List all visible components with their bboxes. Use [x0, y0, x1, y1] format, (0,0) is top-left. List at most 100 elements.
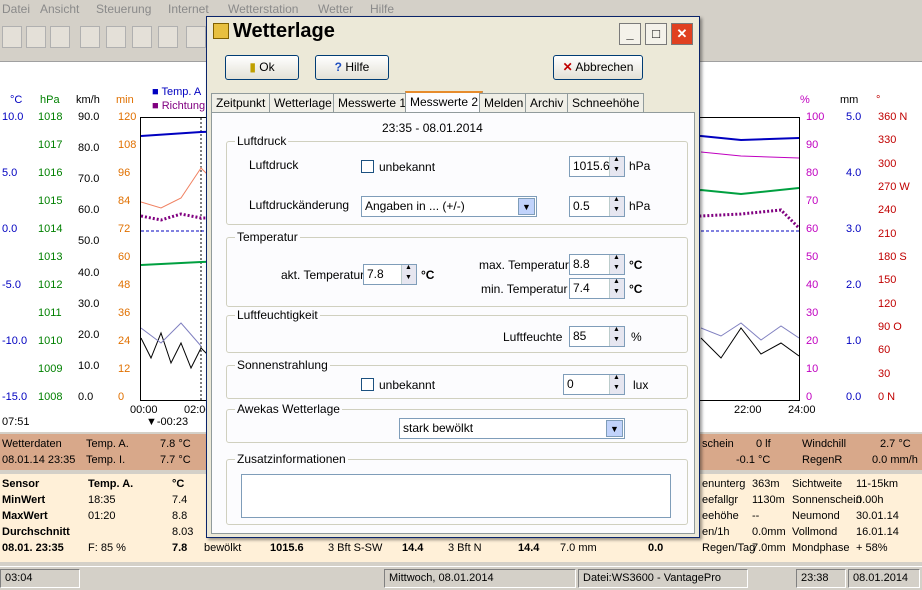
sensor-rightB-label: Vollmond — [792, 526, 838, 538]
save-as-icon[interactable] — [50, 26, 70, 48]
sensor-col2: 8.03 — [172, 526, 194, 538]
axis-deg-tick: 360 N — [878, 111, 908, 123]
axis-pct-tick: 30 — [806, 307, 819, 319]
blank-icon[interactable] — [80, 26, 100, 48]
temp-i-value: 7.7 °C — [160, 454, 191, 466]
axis-c-tick: 5.0 — [2, 167, 18, 179]
min-temp-spinner[interactable]: 7.4 — [569, 278, 625, 299]
sensor-col1: Temp. A. — [88, 478, 134, 490]
group-zusatz: Zusatzinformationen — [226, 452, 688, 525]
axis-deg-tick: 90 O — [878, 321, 902, 333]
sensor-col2: °C — [172, 478, 185, 490]
ok-button[interactable]: ▮ Ok — [225, 55, 299, 80]
tab-zeitpunkt[interactable]: Zeitpunkt — [211, 93, 271, 112]
zusatz-textarea[interactable] — [241, 474, 671, 518]
menu-hilfe[interactable]: Hilfe — [370, 2, 394, 16]
axis-hpa-tick: 1011 — [38, 307, 62, 319]
x-icon: ✕ — [562, 60, 573, 74]
sensor-col1: 01:20 — [88, 510, 116, 522]
notes-icon[interactable] — [106, 26, 126, 48]
time-label-0: 00:00 — [130, 404, 158, 416]
measurement-timestamp: 23:35 - 08.01.2014 — [382, 121, 483, 135]
chevron-down-icon[interactable]: ▼ — [606, 420, 623, 437]
axis-hpa-tick: 1009 — [38, 363, 63, 375]
axis-min-tick: 60 — [118, 251, 131, 263]
time-label-3: 24:00 — [788, 404, 816, 416]
save-icon[interactable] — [26, 26, 46, 48]
akt-temp-spinner[interactable]: 7.8 — [363, 264, 417, 285]
axis-deg-tick: 330 — [878, 134, 897, 147]
feuchte-spinner[interactable]: 85 — [569, 326, 625, 347]
axis-deg-tick: 180 S — [878, 251, 907, 263]
axis-deg-tick: 300 — [878, 157, 897, 170]
luftdruck-spinner[interactable]: 1015.6 — [569, 156, 625, 177]
axis-kmh-tick: 30.0 — [78, 297, 100, 310]
axis-kmh-tick: 20.0 — [78, 328, 100, 341]
tab-wetterlage[interactable]: Wetterlage — [269, 93, 337, 112]
chart-icon[interactable] — [158, 26, 178, 48]
aenderung-spinner[interactable]: 0.5 — [569, 196, 625, 217]
windchill-value: 2.7 °C — [880, 438, 911, 450]
cancel-button[interactable]: ✕ Abbrechen — [553, 55, 643, 80]
print-icon[interactable] — [132, 26, 152, 48]
maximize-icon[interactable]: □ — [645, 23, 667, 45]
sensor-rightB-label: Sichtweite — [792, 478, 843, 490]
minimize-icon[interactable]: _ — [619, 23, 641, 45]
axis-min-tick: 12 — [118, 363, 131, 375]
tab-melden[interactable]: Melden — [479, 93, 529, 112]
sunshine-label: schein — [702, 438, 734, 450]
axis-deg-tick: 30 — [878, 367, 891, 380]
weather-dialog: Wetterlage _ □ ✕ ▮ Ok ? Hilfe ✕ Abbreche… — [206, 16, 700, 538]
rain-rate-label: RegenR — [802, 454, 843, 466]
sensor-rightB-label: Neumond — [792, 510, 840, 522]
max-temp-label: max. Temperatur — [479, 258, 569, 272]
aenderung-select[interactable]: Angaben in ... (+/-) ▼ — [361, 196, 537, 217]
menu-wetter[interactable]: Wetter — [318, 2, 353, 16]
status-date2: 08.01.2014 — [848, 569, 920, 588]
tab-messwerte1[interactable]: Messwerte 1 — [333, 93, 412, 112]
sensor-rightB-label: Mondphase — [792, 542, 850, 554]
akt-temp-label: akt. Temperatur — [281, 268, 365, 282]
axis-pct-tick: 20 — [806, 335, 819, 347]
time-label-2: 22:00 — [734, 404, 762, 416]
tab-schneehoehe[interactable]: Schneehöhe — [567, 93, 645, 112]
luftdruck-unknown-checkbox[interactable] — [361, 160, 374, 173]
axis-pct-tick: 60 — [806, 223, 819, 235]
sensor-rightA-label: enunterg — [702, 478, 746, 490]
help-button[interactable]: ? Hilfe — [315, 55, 389, 80]
min-temp-label: min. Temperatur — [481, 282, 568, 296]
axis-pct-tick: 80 — [806, 167, 819, 179]
sensor-rightB-value: 16.01.14 — [856, 526, 899, 538]
sonne-unknown-label: unbekannt — [379, 378, 436, 392]
axis-c-tick: -15.0 — [2, 391, 28, 403]
dialog-titlebar[interactable]: Wetterlage _ □ ✕ — [207, 17, 699, 49]
axis-kmh-tick: 40.0 — [78, 266, 100, 279]
close-icon[interactable]: ✕ — [671, 23, 693, 45]
menu-ansicht[interactable]: Ansicht — [40, 2, 79, 16]
awekas-select[interactable]: stark bewölkt ▼ — [399, 418, 625, 439]
weather-data-time: 08.01.14 23:35 — [2, 454, 76, 466]
tab-messwerte2[interactable]: Messwerte 2 — [405, 91, 484, 113]
axis-mm-tick: 4.0 — [846, 167, 862, 179]
back-icon[interactable] — [2, 26, 22, 48]
menu-wetterstation[interactable]: Wetterstation — [228, 2, 298, 16]
menu-datei[interactable]: Datei — [2, 2, 30, 16]
menu-internet[interactable]: Internet — [168, 2, 209, 16]
axis-deg-tick: 240 — [878, 204, 897, 217]
axis-c-tick: -5.0 — [2, 279, 21, 291]
status-date: Mittwoch, 08.01.2014 — [384, 569, 576, 588]
windchill-label: Windchill — [802, 438, 847, 450]
chevron-down-icon[interactable]: ▼ — [518, 198, 535, 215]
tab-archiv[interactable]: Archiv — [525, 93, 569, 112]
axis-kmh-tick: 10.0 — [78, 359, 100, 372]
graph-icon[interactable] — [186, 26, 206, 48]
akt-temp-unit: °C — [421, 268, 435, 282]
max-temp-spinner[interactable]: 8.8 — [569, 254, 625, 275]
feuchte-label: Luftfeuchte — [503, 330, 563, 344]
sonne-spinner[interactable]: 0 — [563, 374, 625, 395]
axis-min-tick: 108 — [118, 139, 137, 151]
axis-hpa-tick: 1012 — [38, 279, 63, 291]
sonne-unknown-checkbox[interactable] — [361, 378, 374, 391]
menu-steuerung[interactable]: Steuerung — [96, 2, 151, 16]
sensor-col2: 7.4 — [172, 494, 188, 506]
